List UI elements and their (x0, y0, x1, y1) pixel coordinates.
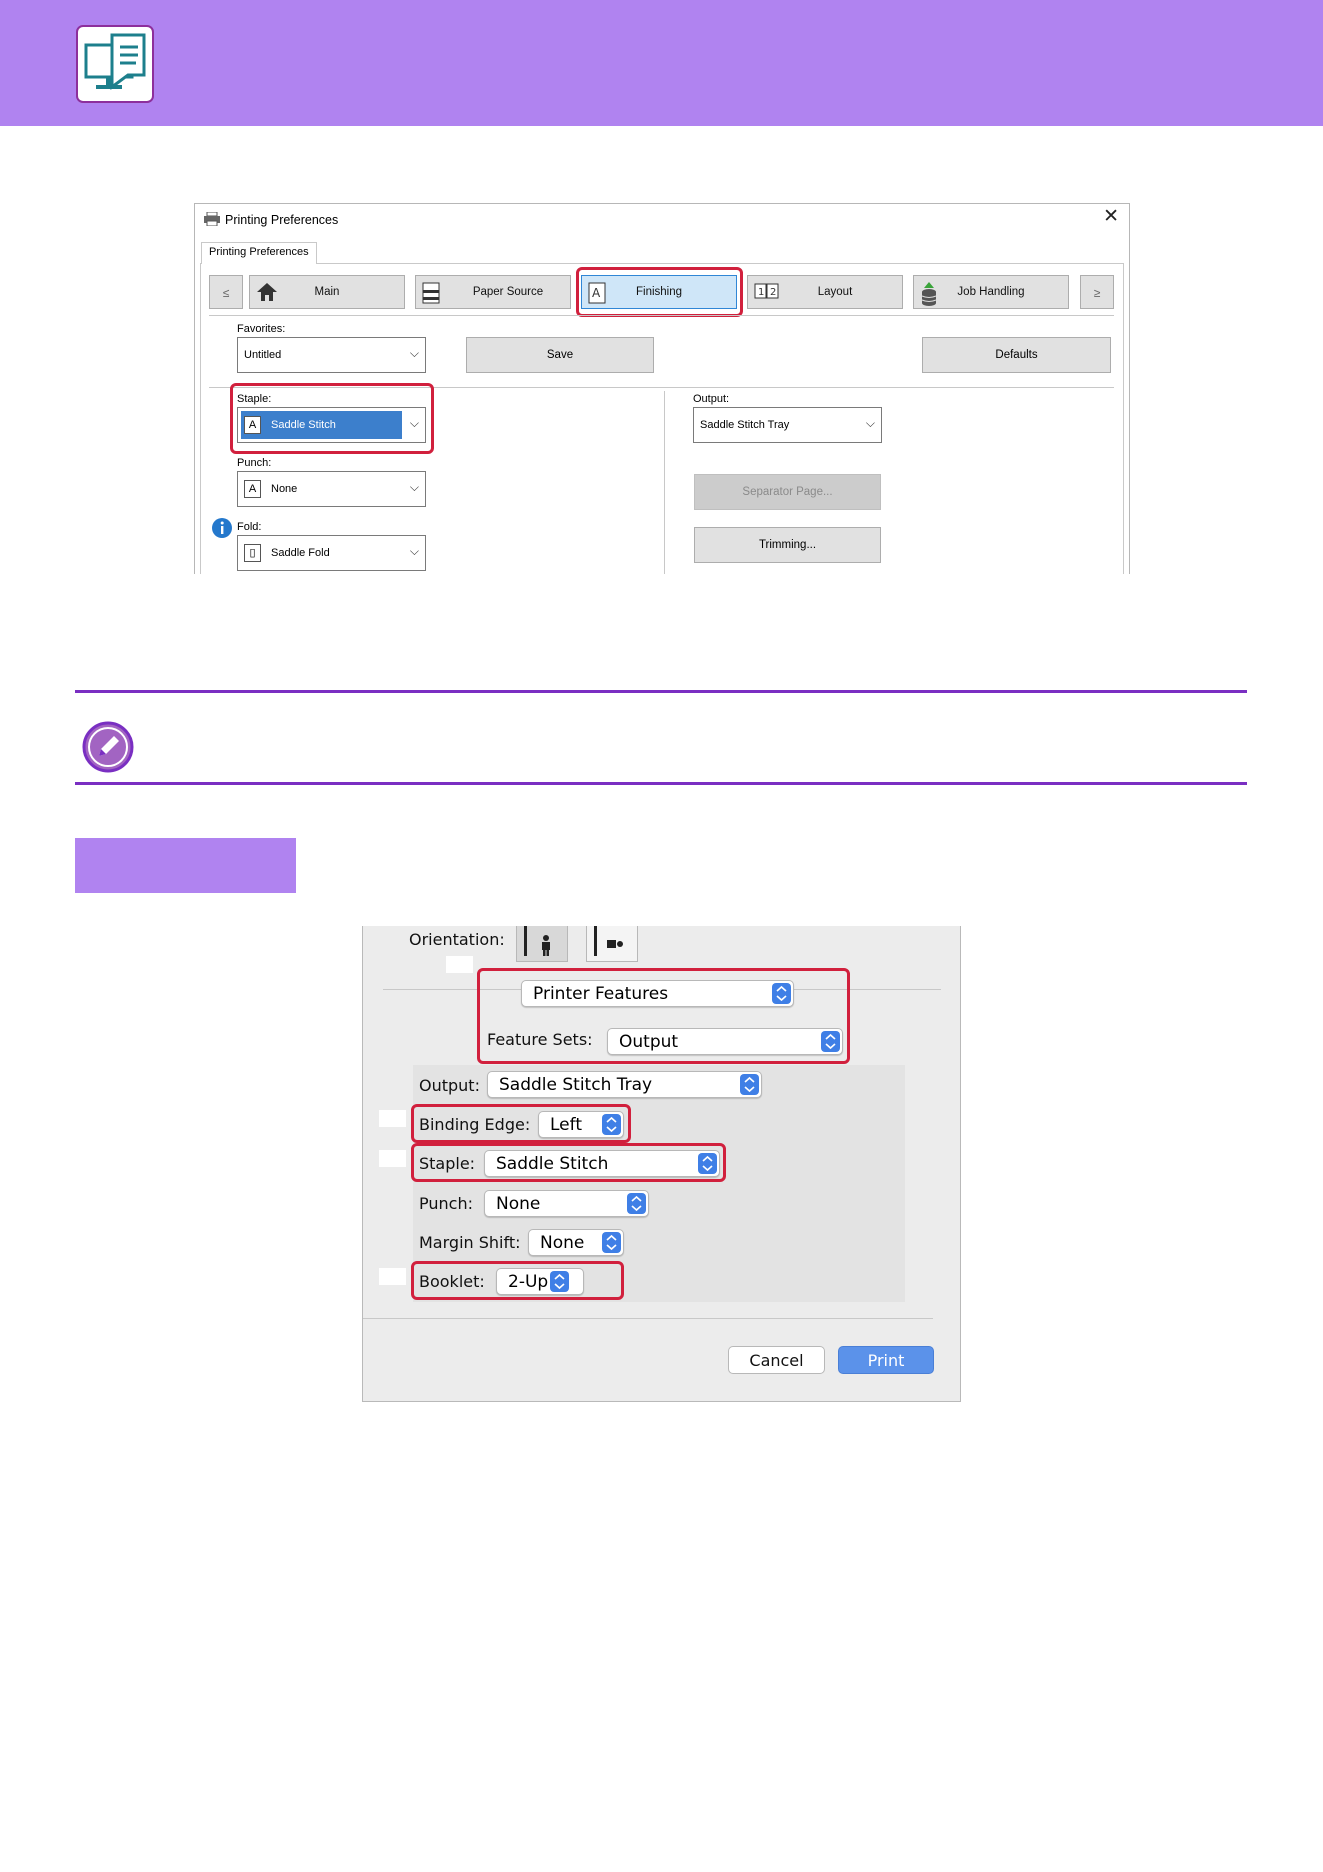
note-top-rule (75, 690, 1247, 693)
button-row-divider (363, 1318, 933, 1319)
saddle-fold-icon: ▯ (244, 544, 261, 562)
chevron-down-icon: ⌵ (409, 544, 419, 558)
favorites-label: Favorites: (237, 323, 286, 335)
output-select[interactable]: Saddle Stitch Tray ⌵ (693, 407, 882, 443)
trimming-button[interactable]: Trimming... (694, 527, 881, 563)
cancel-button[interactable]: Cancel (728, 1346, 825, 1374)
highlight-booklet (411, 1261, 624, 1300)
section-heading-bar (75, 838, 296, 893)
chevron-down-icon: ⌵ (409, 480, 419, 494)
nav-layout-button[interactable]: 12 Layout (747, 275, 903, 309)
info-icon[interactable] (212, 518, 232, 541)
binding-edge-callout-box (379, 1110, 406, 1127)
dialog-title: Printing Preferences (225, 213, 339, 227)
close-icon[interactable]: ✕ (1103, 207, 1119, 226)
orientation-callout-box (446, 956, 473, 973)
nav-paper-source-button[interactable]: Paper Source (415, 275, 571, 309)
svg-text:1: 1 (758, 287, 764, 298)
stepper-icon (740, 1074, 759, 1095)
stepper-icon (627, 1193, 646, 1214)
mac-print-dialog: Orientation: Printer Features Feature Se… (362, 926, 961, 1402)
highlight-staple (411, 1143, 726, 1182)
punch-select[interactable]: None (484, 1190, 649, 1217)
pencil-note-icon (82, 721, 134, 773)
tab-printing-preferences[interactable]: Printing Preferences (201, 242, 317, 264)
output-label: Output: (419, 1076, 480, 1095)
saddle-stitch-icon: A (244, 416, 261, 434)
landscape-orientation-button[interactable] (586, 926, 638, 962)
highlight-printer-features (477, 968, 850, 1064)
punch-select[interactable]: A None ⌵ (237, 471, 426, 507)
defaults-button[interactable]: Defaults (922, 337, 1111, 373)
save-button[interactable]: Save (466, 337, 654, 373)
fold-select[interactable]: ▯ Saddle Fold ⌵ (237, 535, 426, 571)
margin-shift-label: Margin Shift: (419, 1233, 521, 1252)
page-header-band (0, 0, 1323, 126)
margin-shift-select[interactable]: None (528, 1229, 624, 1256)
nav-job-handling-button[interactable]: Job Handling (913, 275, 1069, 309)
print-button[interactable]: Print (838, 1346, 934, 1374)
paper-tray-icon (422, 282, 440, 307)
nav-divider (209, 315, 1114, 316)
punch-none-icon: A (244, 480, 261, 498)
note-bottom-rule (75, 782, 1247, 785)
chevron-down-icon: ⌵ (865, 416, 875, 430)
staple-callout-box (379, 1150, 406, 1167)
output-label: Output: (693, 393, 730, 405)
portrait-orientation-button[interactable] (516, 926, 568, 962)
chevron-down-icon: ⌵ (409, 346, 419, 360)
highlight-binding-edge (411, 1104, 631, 1143)
fold-label: Fold: (237, 521, 262, 533)
booklet-callout-box (379, 1268, 406, 1285)
nav-main-button[interactable]: Main (249, 275, 405, 309)
stepper-icon (602, 1232, 621, 1253)
nav-prev-button[interactable]: ≤ (209, 275, 243, 309)
output-select[interactable]: Saddle Stitch Tray (487, 1071, 762, 1098)
highlight-finishing-tab (576, 267, 743, 317)
windows-printing-preferences-dialog: Printing Preferences ✕ Printing Preferen… (194, 203, 1130, 574)
punch-label: Punch: (237, 457, 272, 469)
favorites-select[interactable]: Untitled ⌵ (237, 337, 426, 373)
orientation-label: Orientation: (409, 930, 505, 949)
printer-icon (204, 211, 220, 229)
nav-next-button[interactable]: ≥ (1080, 275, 1114, 309)
punch-label: Punch: (419, 1194, 473, 1213)
separator-page-button[interactable]: Separator Page... (694, 474, 881, 510)
column-divider (664, 391, 665, 574)
print-from-computer-icon (76, 25, 154, 103)
